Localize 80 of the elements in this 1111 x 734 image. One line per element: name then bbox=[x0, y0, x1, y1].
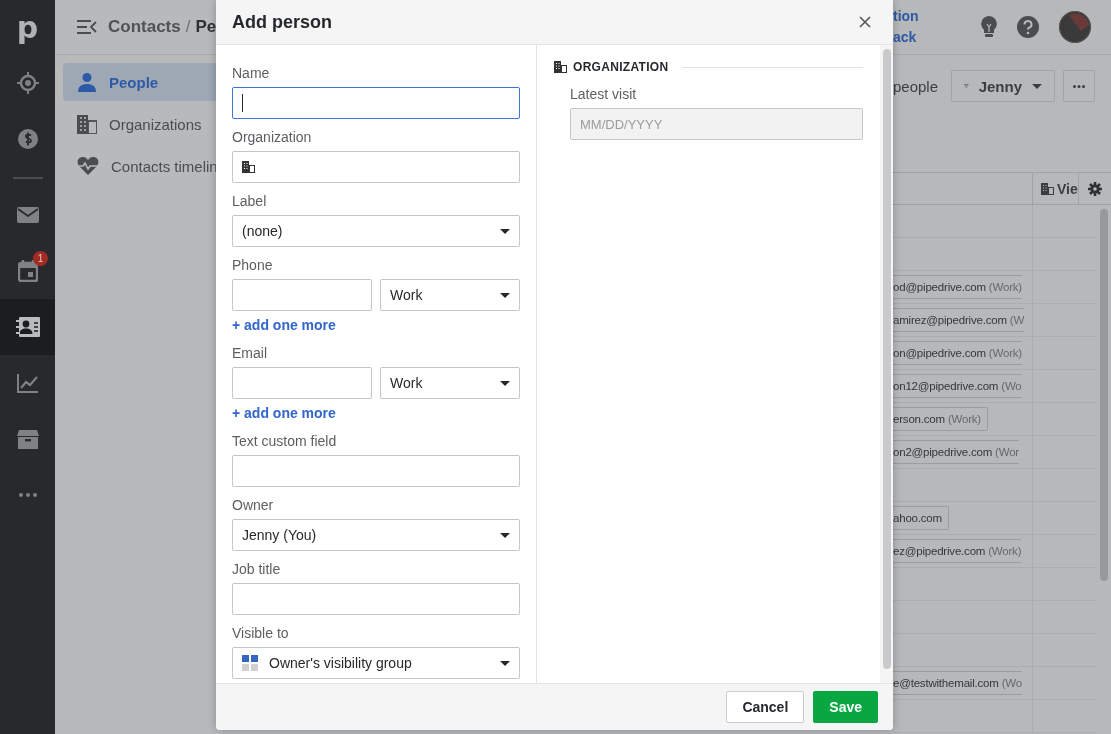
text-field[interactable] bbox=[232, 583, 520, 615]
person-icon bbox=[77, 72, 97, 92]
more-icon bbox=[18, 493, 37, 497]
select-field[interactable]: Owner's visibility group bbox=[232, 647, 520, 679]
select-field[interactable]: (none) bbox=[232, 215, 520, 247]
field-label: Email bbox=[232, 344, 268, 363]
dollar-icon bbox=[16, 128, 39, 150]
organization-field[interactable] bbox=[232, 151, 520, 183]
grid-icon bbox=[242, 655, 258, 671]
breadcrumb-item[interactable]: Pe bbox=[195, 17, 217, 37]
email-chip[interactable]: e@testwithemail.com (Wo bbox=[893, 671, 1022, 695]
add-more-link[interactable]: + add one more bbox=[232, 403, 336, 423]
help-icon[interactable] bbox=[1017, 16, 1039, 38]
caret-icon bbox=[1032, 83, 1042, 89]
header-link[interactable]: ack bbox=[893, 27, 961, 48]
collapse-menu-icon[interactable] bbox=[77, 20, 97, 34]
building-icon bbox=[77, 114, 97, 134]
caret-icon bbox=[500, 292, 510, 298]
calendar-icon bbox=[17, 260, 38, 282]
contacts-icon bbox=[15, 317, 40, 337]
email-chip[interactable]: erson.com (Work) bbox=[893, 407, 988, 431]
email-chip[interactable]: ez@pipedrive.com (Work) bbox=[893, 539, 1022, 563]
avatar[interactable] bbox=[1059, 11, 1091, 43]
type-select[interactable]: Work bbox=[380, 367, 520, 399]
text-field[interactable] bbox=[232, 367, 372, 399]
add-more-link[interactable]: + add one more bbox=[232, 315, 336, 335]
caret-icon bbox=[500, 532, 510, 538]
email-chip[interactable]: ahoo.com bbox=[893, 506, 949, 530]
count-text: people bbox=[893, 77, 940, 95]
field-label: Owner bbox=[232, 496, 275, 515]
field-label: Job title bbox=[232, 560, 282, 579]
more-button[interactable] bbox=[1063, 70, 1095, 102]
field-label: Organization bbox=[232, 128, 313, 147]
field-label: Latest visit bbox=[570, 85, 638, 104]
building-icon bbox=[554, 61, 567, 73]
caret-icon bbox=[500, 660, 510, 666]
email-chip[interactable]: od@pipedrive.com (Work) bbox=[893, 275, 1022, 299]
column-header[interactable]: Vie bbox=[1033, 173, 1078, 204]
email-chip[interactable]: amirez@pipedrive.com (W bbox=[893, 308, 1025, 332]
target-icon bbox=[16, 72, 39, 94]
text-field[interactable] bbox=[232, 279, 372, 311]
section-title: ORGANIZATION bbox=[573, 60, 669, 74]
field-label: Label bbox=[232, 192, 268, 211]
field-label: Visible to bbox=[232, 624, 290, 643]
sidebar-item[interactable]: Contacts timelin bbox=[63, 147, 216, 185]
notification-badge: 1 bbox=[33, 251, 48, 266]
caret-icon bbox=[500, 380, 510, 386]
app-logo[interactable]: p bbox=[0, 0, 55, 55]
email-chip[interactable]: on12@pipedrive.com (Wo bbox=[893, 374, 1022, 398]
caret-icon bbox=[500, 228, 510, 234]
field-label: Name bbox=[232, 64, 271, 83]
breadcrumb-separator: / bbox=[185, 17, 191, 37]
settings-icon[interactable] bbox=[1088, 181, 1102, 196]
lightbulb-icon[interactable] bbox=[981, 16, 997, 38]
email-chip[interactable]: on2@pipedrive.com (Wor bbox=[893, 440, 1019, 464]
text-field[interactable] bbox=[232, 455, 520, 487]
filter-icon bbox=[964, 81, 969, 91]
cancel-button[interactable]: Cancel bbox=[726, 691, 805, 723]
type-select[interactable]: Work bbox=[380, 279, 520, 311]
field-label: Text custom field bbox=[232, 432, 338, 451]
building-icon bbox=[1041, 182, 1054, 195]
scrollbar[interactable] bbox=[880, 45, 893, 683]
rail-item[interactable]: 1 bbox=[0, 243, 55, 299]
breadcrumb-item[interactable]: Contacts bbox=[108, 17, 181, 37]
building-icon bbox=[242, 161, 255, 173]
more-icon bbox=[1073, 84, 1085, 88]
close-icon[interactable] bbox=[859, 16, 871, 28]
save-button[interactable]: Save bbox=[813, 691, 878, 723]
field-label: Phone bbox=[232, 256, 274, 275]
heart-icon bbox=[77, 156, 99, 176]
dialog-title: Add person bbox=[232, 11, 332, 33]
text-field[interactable] bbox=[232, 87, 520, 119]
filter-button[interactable]: Jenny bbox=[951, 70, 1055, 102]
chart-icon bbox=[16, 373, 39, 393]
sidebar-item[interactable]: Organizations bbox=[63, 105, 216, 143]
box-icon bbox=[16, 429, 39, 449]
email-chip[interactable]: on@pipedrive.com (Work) bbox=[893, 341, 1022, 365]
mail-icon bbox=[16, 206, 39, 224]
select-field[interactable]: Jenny (You) bbox=[232, 519, 520, 551]
header-link[interactable]: tion bbox=[893, 6, 961, 27]
